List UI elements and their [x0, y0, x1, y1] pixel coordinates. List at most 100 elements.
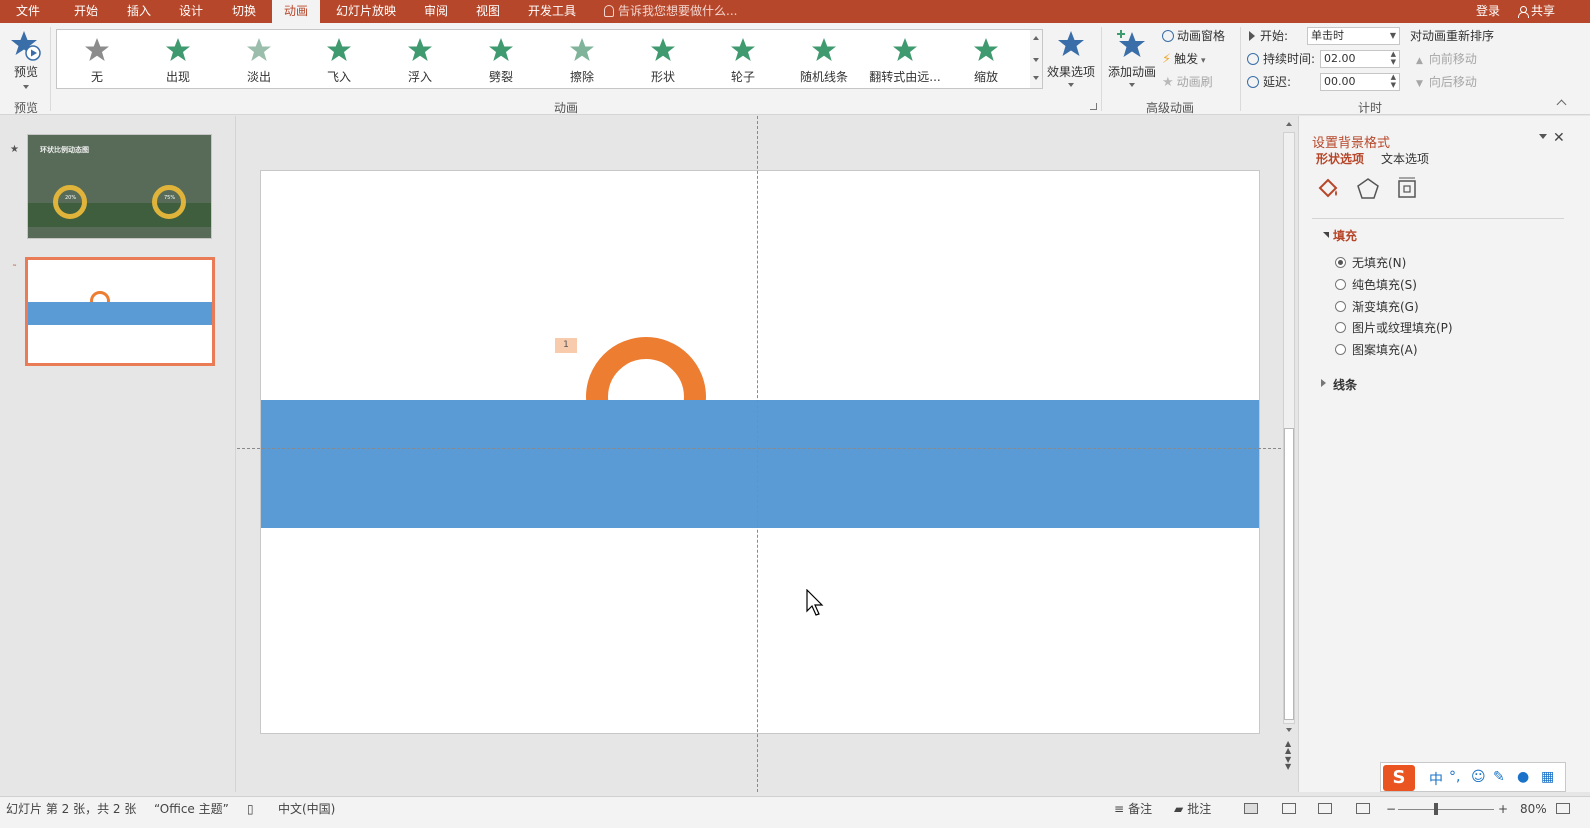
trigger-button[interactable]: ⚡ 触发 ▾: [1162, 50, 1206, 68]
move-later-button[interactable]: ▼ 向后移动: [1416, 73, 1477, 91]
animation-gallery-item[interactable]: 劈裂: [461, 34, 541, 88]
gallery-more-icon[interactable]: [1033, 76, 1039, 80]
size-properties-icon[interactable]: [1394, 176, 1420, 202]
scroll-thumb[interactable]: [1284, 428, 1294, 720]
gallery-down-icon[interactable]: [1033, 58, 1039, 62]
tab-design[interactable]: 设计: [169, 0, 213, 23]
emoji-icon[interactable]: ☺: [1471, 769, 1486, 785]
collapse-ribbon-icon[interactable]: [1556, 99, 1567, 110]
collapsed-triangle-icon[interactable]: [1321, 379, 1326, 387]
delay-input[interactable]: 00.00 ▲ ▼: [1320, 73, 1400, 91]
handwriting-icon[interactable]: ✎: [1493, 769, 1505, 785]
radio-button[interactable]: [1335, 279, 1346, 290]
duration-input[interactable]: 02.00 ▲ ▼: [1320, 50, 1400, 68]
effect-options-button[interactable]: 效果选项: [1044, 29, 1098, 87]
scroll-up-icon[interactable]: [1283, 118, 1295, 130]
slide-sorter-icon[interactable]: [1282, 803, 1296, 814]
tab-view[interactable]: 视图: [466, 0, 510, 23]
gallery-up-icon[interactable]: [1033, 36, 1039, 40]
spellcheck-icon[interactable]: ▯: [247, 801, 254, 817]
gallery-scroll[interactable]: [1030, 29, 1043, 89]
radio-button[interactable]: [1335, 257, 1346, 268]
previous-slide-icon[interactable]: ▲ ▲: [1285, 740, 1291, 755]
slide[interactable]: [260, 170, 1260, 734]
radio-gradient-fill[interactable]: 渐变填充(G): [1335, 299, 1419, 315]
animation-gallery-item[interactable]: 淡出: [219, 34, 299, 88]
tab-transitions[interactable]: 切换: [222, 0, 266, 23]
fit-to-window-icon[interactable]: [1556, 803, 1570, 814]
dialog-launcher-icon[interactable]: [1090, 103, 1097, 110]
horizontal-guide[interactable]: [237, 448, 1281, 449]
blue-rectangle-shape[interactable]: [261, 400, 1259, 528]
next-slide-icon[interactable]: ▼ ▼: [1285, 756, 1291, 771]
animation-gallery-item[interactable]: 翻转式由远...: [865, 34, 945, 88]
pane-options-icon[interactable]: [1539, 134, 1547, 139]
radio-button[interactable]: [1335, 322, 1346, 333]
tab-slideshow[interactable]: 幻灯片放映: [330, 0, 402, 23]
punctuation-icon[interactable]: °,: [1449, 769, 1460, 785]
animation-gallery-item[interactable]: 缩放: [946, 34, 1026, 88]
animation-gallery-item[interactable]: 形状: [623, 34, 703, 88]
slide-editing-canvas[interactable]: 1: [237, 116, 1281, 792]
ime-language[interactable]: 中: [1429, 769, 1443, 789]
notes-button[interactable]: ≡ 备注: [1114, 801, 1152, 817]
toolbox-grid-icon[interactable]: ▦: [1541, 769, 1554, 785]
radio-picture-fill[interactable]: 图片或纹理填充(P): [1335, 320, 1453, 336]
scroll-down-icon[interactable]: [1283, 724, 1295, 736]
language-indicator[interactable]: 中文(中国): [278, 801, 335, 817]
radio-button[interactable]: [1335, 301, 1346, 312]
animation-gallery-item[interactable]: 轮子: [703, 34, 783, 88]
tab-animations[interactable]: 动画: [272, 0, 320, 23]
tab-text-options[interactable]: 文本选项: [1381, 150, 1429, 167]
sogou-logo-icon[interactable]: S: [1383, 765, 1415, 791]
comments-button[interactable]: ▰ 批注: [1174, 801, 1211, 817]
vertical-guide[interactable]: [757, 116, 758, 792]
close-icon[interactable]: ✕: [1553, 130, 1565, 146]
pentagon-effects-icon[interactable]: [1355, 176, 1381, 202]
animation-order-badge[interactable]: 1: [555, 338, 577, 353]
slideshow-view-icon[interactable]: [1356, 803, 1370, 814]
fill-bucket-icon[interactable]: [1315, 176, 1341, 202]
zoom-level[interactable]: 80%: [1520, 801, 1547, 817]
vertical-scrollbar[interactable]: ▲ ▲ ▼ ▼: [1281, 116, 1297, 792]
tab-home[interactable]: 开始: [64, 0, 108, 23]
spinner-icon[interactable]: ▲ ▼: [1391, 50, 1396, 66]
animation-pane-button[interactable]: 动画窗格: [1162, 27, 1225, 45]
tab-review[interactable]: 审阅: [414, 0, 458, 23]
add-animation-button[interactable]: 添加动画: [1104, 29, 1160, 87]
animation-gallery-item[interactable]: 出现: [138, 34, 218, 88]
move-earlier-button[interactable]: ▲ 向前移动: [1416, 50, 1477, 68]
start-select[interactable]: 单击时 ▼: [1307, 27, 1400, 45]
spinner-icon[interactable]: ▲ ▼: [1391, 73, 1396, 89]
slide-thumbnail-1[interactable]: 环状比例动态图 20% 75%: [27, 134, 212, 239]
fill-section-heading[interactable]: 填充: [1333, 227, 1357, 244]
microphone-icon[interactable]: ●: [1517, 769, 1529, 785]
animation-gallery-item[interactable]: 随机线条: [784, 34, 864, 88]
animation-painter-button[interactable]: ★ 动画刷: [1162, 73, 1213, 91]
login-link[interactable]: 登录: [1476, 0, 1500, 23]
zoom-out-button[interactable]: −: [1386, 801, 1396, 817]
zoom-slider-handle[interactable]: [1434, 803, 1438, 815]
tell-me-search[interactable]: 告诉我您想要做什么...: [604, 0, 737, 23]
tab-shape-options[interactable]: 形状选项: [1316, 150, 1364, 167]
zoom-slider[interactable]: [1398, 809, 1494, 810]
radio-solid-fill[interactable]: 纯色填充(S): [1335, 277, 1417, 293]
radio-pattern-fill[interactable]: 图案填充(A): [1335, 342, 1418, 358]
expanded-triangle-icon[interactable]: [1323, 232, 1329, 238]
tab-insert[interactable]: 插入: [117, 0, 161, 23]
share-button[interactable]: 共享: [1518, 0, 1555, 23]
reading-view-icon[interactable]: [1318, 803, 1332, 814]
slide-thumbnail-2[interactable]: [25, 257, 215, 366]
line-section-heading[interactable]: 线条: [1333, 376, 1357, 393]
radio-no-fill[interactable]: 无填充(N): [1335, 255, 1406, 271]
animation-gallery-item[interactable]: 浮入: [380, 34, 460, 88]
tab-developer[interactable]: 开发工具: [522, 0, 582, 23]
animation-gallery-item[interactable]: 擦除: [542, 34, 622, 88]
zoom-in-button[interactable]: +: [1498, 801, 1508, 817]
radio-button[interactable]: [1335, 344, 1346, 355]
normal-view-icon[interactable]: [1244, 803, 1258, 814]
tab-file[interactable]: 文件: [6, 0, 50, 23]
animation-gallery-item[interactable]: 无: [57, 34, 137, 88]
animation-gallery-item[interactable]: 飞入: [299, 34, 379, 88]
preview-button[interactable]: 预览: [6, 29, 46, 89]
